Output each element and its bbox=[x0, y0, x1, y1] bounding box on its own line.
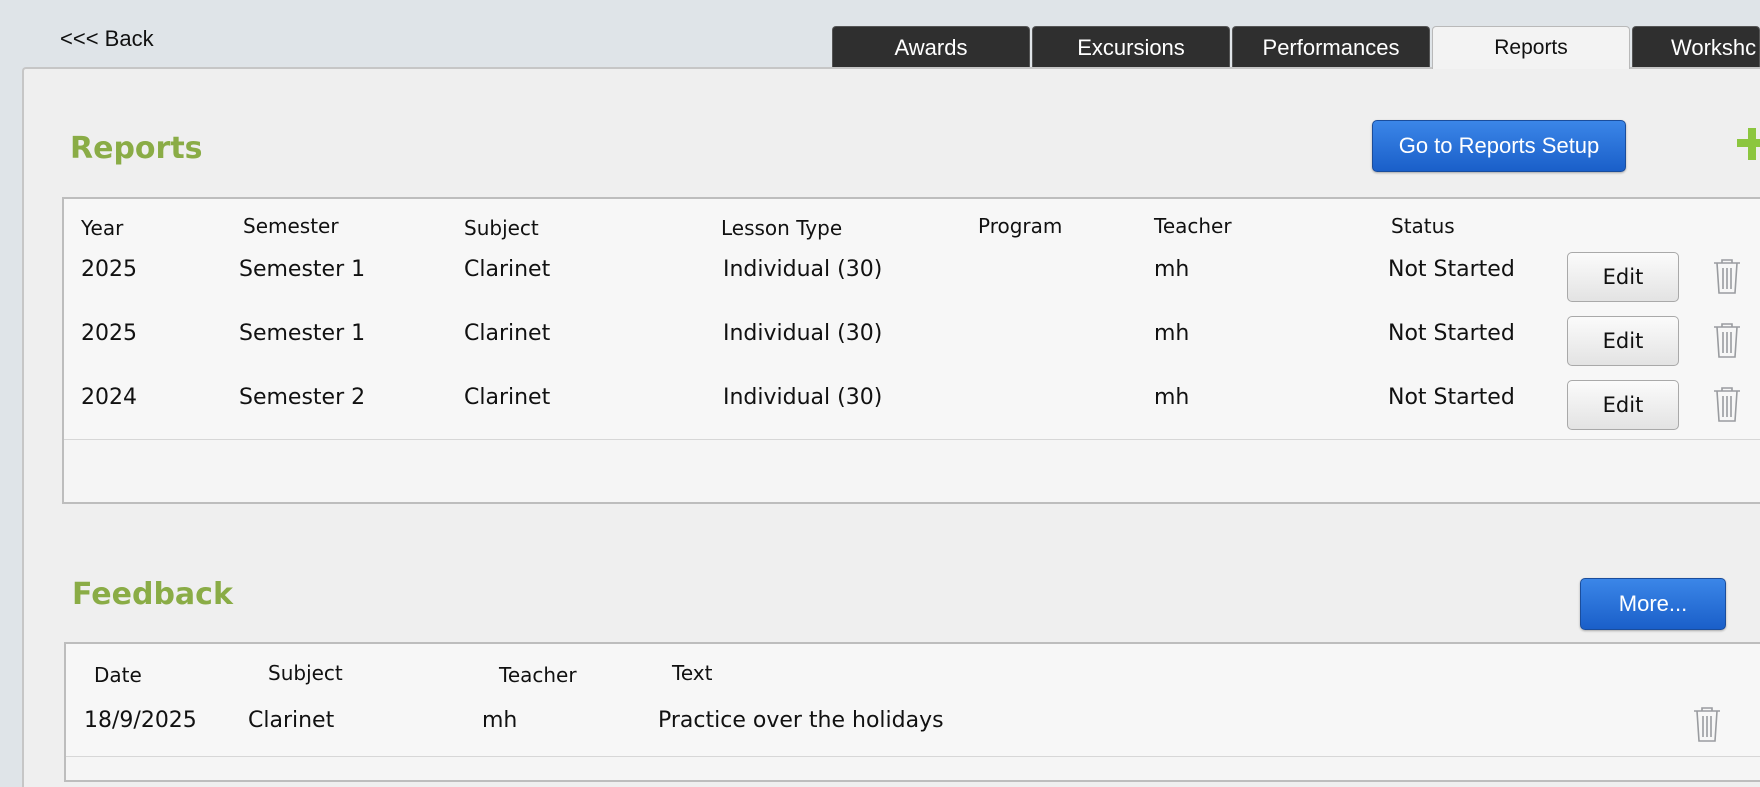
cell-date: 18/9/2025 bbox=[84, 708, 197, 733]
cell-lesson-type: Individual (30) bbox=[723, 257, 883, 282]
feedback-title: Feedback bbox=[72, 577, 233, 612]
tab-excursions[interactable]: Excursions bbox=[1032, 26, 1230, 68]
cell-status: Not Started bbox=[1388, 321, 1515, 346]
cell-semester: Semester 1 bbox=[239, 321, 366, 346]
cell-lesson-type: Individual (30) bbox=[723, 385, 883, 410]
column-header-text: Text bbox=[672, 661, 713, 685]
cell-subject: Clarinet bbox=[464, 321, 551, 346]
trash-icon[interactable] bbox=[1711, 385, 1743, 423]
cell-subject: Clarinet bbox=[464, 257, 551, 282]
column-header-status: Status bbox=[1391, 214, 1455, 238]
tab-reports[interactable]: Reports bbox=[1432, 26, 1630, 69]
cell-year: 2025 bbox=[81, 257, 137, 282]
column-header-program: Program bbox=[978, 214, 1063, 238]
column-header-teacher: Teacher bbox=[499, 663, 577, 687]
tab-awards[interactable]: Awards bbox=[832, 26, 1030, 68]
table-row: 18/9/2025 Clarinet mh Practice over the … bbox=[66, 692, 1760, 757]
edit-button[interactable]: Edit bbox=[1567, 316, 1679, 366]
feedback-table: Date Subject Teacher Text 18/9/2025 Clar… bbox=[64, 642, 1760, 782]
table-row: 2024 Semester 2 Clarinet Individual (30)… bbox=[64, 375, 1760, 440]
column-header-date: Date bbox=[94, 663, 142, 687]
trash-icon[interactable] bbox=[1691, 705, 1723, 743]
column-header-year: Year bbox=[81, 216, 124, 240]
cell-subject: Clarinet bbox=[248, 708, 335, 733]
cell-semester: Semester 1 bbox=[239, 257, 366, 282]
cell-lesson-type: Individual (30) bbox=[723, 321, 883, 346]
cell-text: Practice over the holidays bbox=[658, 708, 944, 733]
column-header-subject: Subject bbox=[268, 661, 343, 685]
plus-icon[interactable] bbox=[1737, 128, 1760, 160]
cell-year: 2024 bbox=[81, 385, 137, 410]
edit-button[interactable]: Edit bbox=[1567, 380, 1679, 430]
table-row: 2025 Semester 1 Clarinet Individual (30)… bbox=[64, 247, 1760, 312]
trash-icon[interactable] bbox=[1711, 321, 1743, 359]
column-header-subject: Subject bbox=[464, 216, 539, 240]
column-header-teacher: Teacher bbox=[1154, 214, 1232, 238]
reports-title: Reports bbox=[70, 131, 203, 166]
column-header-semester: Semester bbox=[243, 214, 339, 238]
reports-table-header: Year Semester Subject Lesson Type Progra… bbox=[64, 199, 1760, 249]
tab-workshops[interactable]: Workshc bbox=[1632, 26, 1760, 68]
cell-teacher: mh bbox=[1154, 257, 1190, 282]
go-to-reports-setup-button[interactable]: Go to Reports Setup bbox=[1372, 120, 1626, 172]
cell-teacher: mh bbox=[1154, 385, 1190, 410]
cell-subject: Clarinet bbox=[464, 385, 551, 410]
reports-table: Year Semester Subject Lesson Type Progra… bbox=[62, 197, 1760, 504]
cell-status: Not Started bbox=[1388, 385, 1515, 410]
cell-year: 2025 bbox=[81, 321, 137, 346]
cell-teacher: mh bbox=[482, 708, 518, 733]
back-link[interactable]: <<< Back bbox=[60, 26, 154, 52]
cell-teacher: mh bbox=[1154, 321, 1190, 346]
tab-performances[interactable]: Performances bbox=[1232, 26, 1430, 68]
column-header-lesson-type: Lesson Type bbox=[721, 216, 843, 240]
edit-button[interactable]: Edit bbox=[1567, 252, 1679, 302]
cell-semester: Semester 2 bbox=[239, 385, 366, 410]
table-row: 2025 Semester 1 Clarinet Individual (30)… bbox=[64, 311, 1760, 376]
cell-status: Not Started bbox=[1388, 257, 1515, 282]
feedback-table-header: Date Subject Teacher Text bbox=[66, 644, 1760, 694]
more-button[interactable]: More... bbox=[1580, 578, 1726, 630]
trash-icon[interactable] bbox=[1711, 257, 1743, 295]
